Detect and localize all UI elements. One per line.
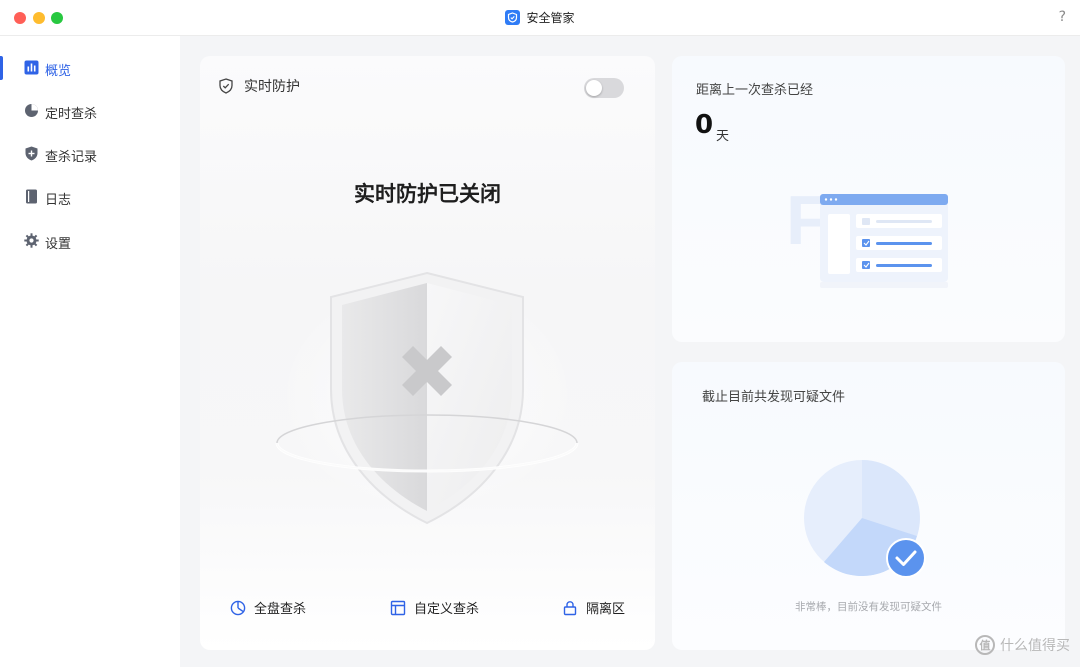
last-scan-card: F	[672, 56, 1065, 342]
realtime-status-title: 实时防护已关闭	[354, 182, 501, 206]
toggle-knob	[586, 80, 602, 96]
realtime-protection-toggle[interactable]	[584, 78, 624, 98]
suspicious-files-footer: 非常棒，目前没有发现可疑文件	[795, 601, 942, 613]
sidebar-item-scan-records[interactable]: 查杀记录	[0, 139, 180, 169]
watermark: 值 什么值得买	[975, 635, 1070, 655]
sidebar-item-label: 定时查杀	[45, 107, 98, 122]
sidebar-item-label: 设置	[45, 237, 72, 252]
shield-check-icon	[218, 78, 234, 94]
window-title: 安全管家	[0, 9, 1080, 26]
sidebar-item-label: 概览	[45, 64, 72, 79]
shield-plus-icon	[24, 146, 39, 161]
custom-scan-button[interactable]: 自定义查杀	[390, 598, 479, 617]
sidebar-item-overview[interactable]: 概览	[0, 53, 180, 83]
sidebar-item-label: 查杀记录	[45, 150, 98, 165]
suspicious-files-label: 截止目前共发现可疑文件	[702, 390, 846, 405]
main-content: 实时防护 实时防护已关闭 全盘查杀 自定义查杀 隔离区 F 距离上一次查杀已经 …	[180, 36, 1080, 667]
notebook-icon	[24, 189, 39, 204]
gear-icon	[24, 233, 39, 248]
pie-check-illustration	[804, 460, 926, 578]
watermark-logo-icon: 值	[975, 635, 995, 655]
last-scan-days-value: 0	[695, 110, 714, 140]
shield-disabled-illustration	[275, 271, 579, 525]
help-button[interactable]: ?	[1059, 9, 1066, 25]
sidebar-item-logs[interactable]: 日志	[0, 182, 180, 212]
app-title-text: 安全管家	[526, 11, 575, 25]
full-scan-label: 全盘查杀	[254, 602, 307, 617]
overview-chart-icon	[24, 60, 39, 75]
quarantine-label: 隔离区	[586, 602, 626, 617]
sidebar: 概览 定时查杀 查杀记录 日志 设置	[0, 36, 180, 667]
pie-scan-icon	[230, 600, 246, 616]
last-scan-days-unit: 天	[716, 129, 730, 144]
lock-icon	[562, 600, 578, 616]
scan-list-illustration: F	[786, 182, 948, 288]
watermark-text: 什么值得买	[1000, 638, 1070, 654]
quarantine-button[interactable]: 隔离区	[562, 598, 625, 617]
realtime-label: 实时防护	[244, 79, 300, 95]
title-bar: 安全管家 ?	[0, 0, 1080, 36]
app-logo-icon	[505, 10, 521, 25]
layout-scan-icon	[390, 600, 406, 616]
sidebar-item-settings[interactable]: 设置	[0, 226, 180, 256]
clock-pie-icon	[24, 103, 39, 118]
sidebar-item-label: 日志	[45, 193, 72, 208]
sidebar-item-scheduled-scan[interactable]: 定时查杀	[0, 96, 180, 126]
custom-scan-label: 自定义查杀	[414, 602, 480, 617]
scan-actions: 全盘查杀 自定义查杀 隔离区	[200, 598, 655, 622]
last-scan-label: 距离上一次查杀已经	[696, 83, 814, 98]
full-scan-button[interactable]: 全盘查杀	[230, 598, 306, 617]
realtime-header: 实时防护	[218, 76, 300, 96]
